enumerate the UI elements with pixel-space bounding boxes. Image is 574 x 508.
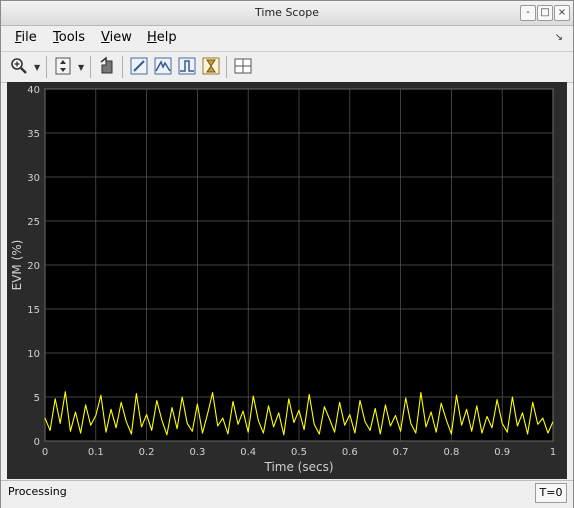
window-title: Time Scope bbox=[255, 6, 319, 19]
title-bar: Time Scope - □ × bbox=[1, 1, 573, 26]
cursor-measurements-icon[interactable] bbox=[177, 56, 197, 76]
status-text: Processing bbox=[8, 485, 67, 498]
menu-help[interactable]: Help bbox=[147, 30, 177, 45]
x-tick-label: 0.9 bbox=[494, 447, 510, 458]
toolbar-separator bbox=[122, 56, 123, 78]
menu-help-label: elp bbox=[156, 30, 177, 45]
toolbar-separator bbox=[46, 56, 47, 78]
close-button[interactable]: × bbox=[554, 5, 570, 21]
layout-icon[interactable] bbox=[233, 56, 253, 76]
zoom-in-icon[interactable] bbox=[9, 56, 29, 76]
maximize-button[interactable]: □ bbox=[537, 5, 553, 21]
y-tick-label: 5 bbox=[34, 393, 40, 404]
x-tick-label: 0.7 bbox=[393, 447, 409, 458]
dock-icon[interactable]: ↘ bbox=[555, 32, 563, 43]
y-tick-label: 40 bbox=[27, 85, 40, 96]
scope-display[interactable]: 0 0.1 0.2 0.3 0.4 0.5 0.6 0.7 0.8 0.9 1 0 5 10 15 20 25 3… bbox=[7, 82, 567, 479]
x-tick-label: 0.4 bbox=[240, 447, 256, 458]
menu-file[interactable]: File bbox=[15, 30, 37, 45]
autoscale-icon[interactable] bbox=[53, 56, 73, 76]
y-tick-label: 35 bbox=[27, 129, 40, 140]
x-axis-label: Time (secs) bbox=[263, 460, 333, 474]
triggers-icon[interactable] bbox=[129, 56, 149, 76]
evm-chart[interactable]: 0 0.1 0.2 0.3 0.4 0.5 0.6 0.7 0.8 0.9 105101520253… bbox=[7, 82, 567, 479]
y-tick-label: 15 bbox=[27, 305, 40, 316]
restore-view-icon[interactable] bbox=[97, 56, 117, 76]
x-tick-label: 0.8 bbox=[443, 447, 459, 458]
menu-view-label: iew bbox=[109, 30, 132, 45]
x-tick-label: 0.6 bbox=[342, 447, 358, 458]
x-tick-label: 1 bbox=[550, 447, 556, 458]
y-tick-label: 0 bbox=[34, 437, 40, 448]
autoscale-dropdown-chevron-icon[interactable]: ▼ bbox=[78, 63, 84, 72]
menu-tools-label: ools bbox=[58, 30, 86, 45]
minimize-button[interactable]: - bbox=[520, 5, 536, 21]
x-tick-label: 0.2 bbox=[139, 447, 155, 458]
status-bar: Processing T=0 bbox=[1, 480, 573, 508]
menu-view-mnemonic: V bbox=[101, 30, 110, 45]
x-tick-label: 0.5 bbox=[291, 447, 307, 458]
time-scope-window: Time Scope - □ × File Tools View Help ↘ … bbox=[0, 0, 574, 508]
y-tick-label: 30 bbox=[27, 173, 40, 184]
toolbar-separator bbox=[226, 56, 227, 78]
menu-view[interactable]: View bbox=[101, 30, 132, 45]
y-axis-label: EVM (%) bbox=[10, 240, 24, 291]
x-tick-label: 0.3 bbox=[189, 447, 205, 458]
toolbar-separator bbox=[90, 56, 91, 78]
zoom-dropdown-chevron-icon[interactable]: ▼ bbox=[34, 63, 40, 72]
peak-finder-icon[interactable] bbox=[153, 56, 173, 76]
toolbar: ▼ ▼ bbox=[1, 51, 573, 83]
menu-tools[interactable]: Tools bbox=[53, 30, 85, 45]
menu-file-label: ile bbox=[21, 30, 37, 45]
x-tick-label: 0.1 bbox=[88, 447, 104, 458]
menu-help-mnemonic: H bbox=[147, 30, 157, 45]
y-tick-label: 10 bbox=[27, 349, 40, 360]
y-tick-label: 25 bbox=[27, 217, 40, 228]
simulation-time: T=0 bbox=[535, 483, 567, 503]
x-tick-label: 0 bbox=[42, 447, 48, 458]
y-tick-label: 20 bbox=[27, 261, 40, 272]
menu-bar: File Tools View Help ↘ bbox=[1, 26, 573, 50]
signal-statistics-icon[interactable] bbox=[201, 56, 221, 76]
